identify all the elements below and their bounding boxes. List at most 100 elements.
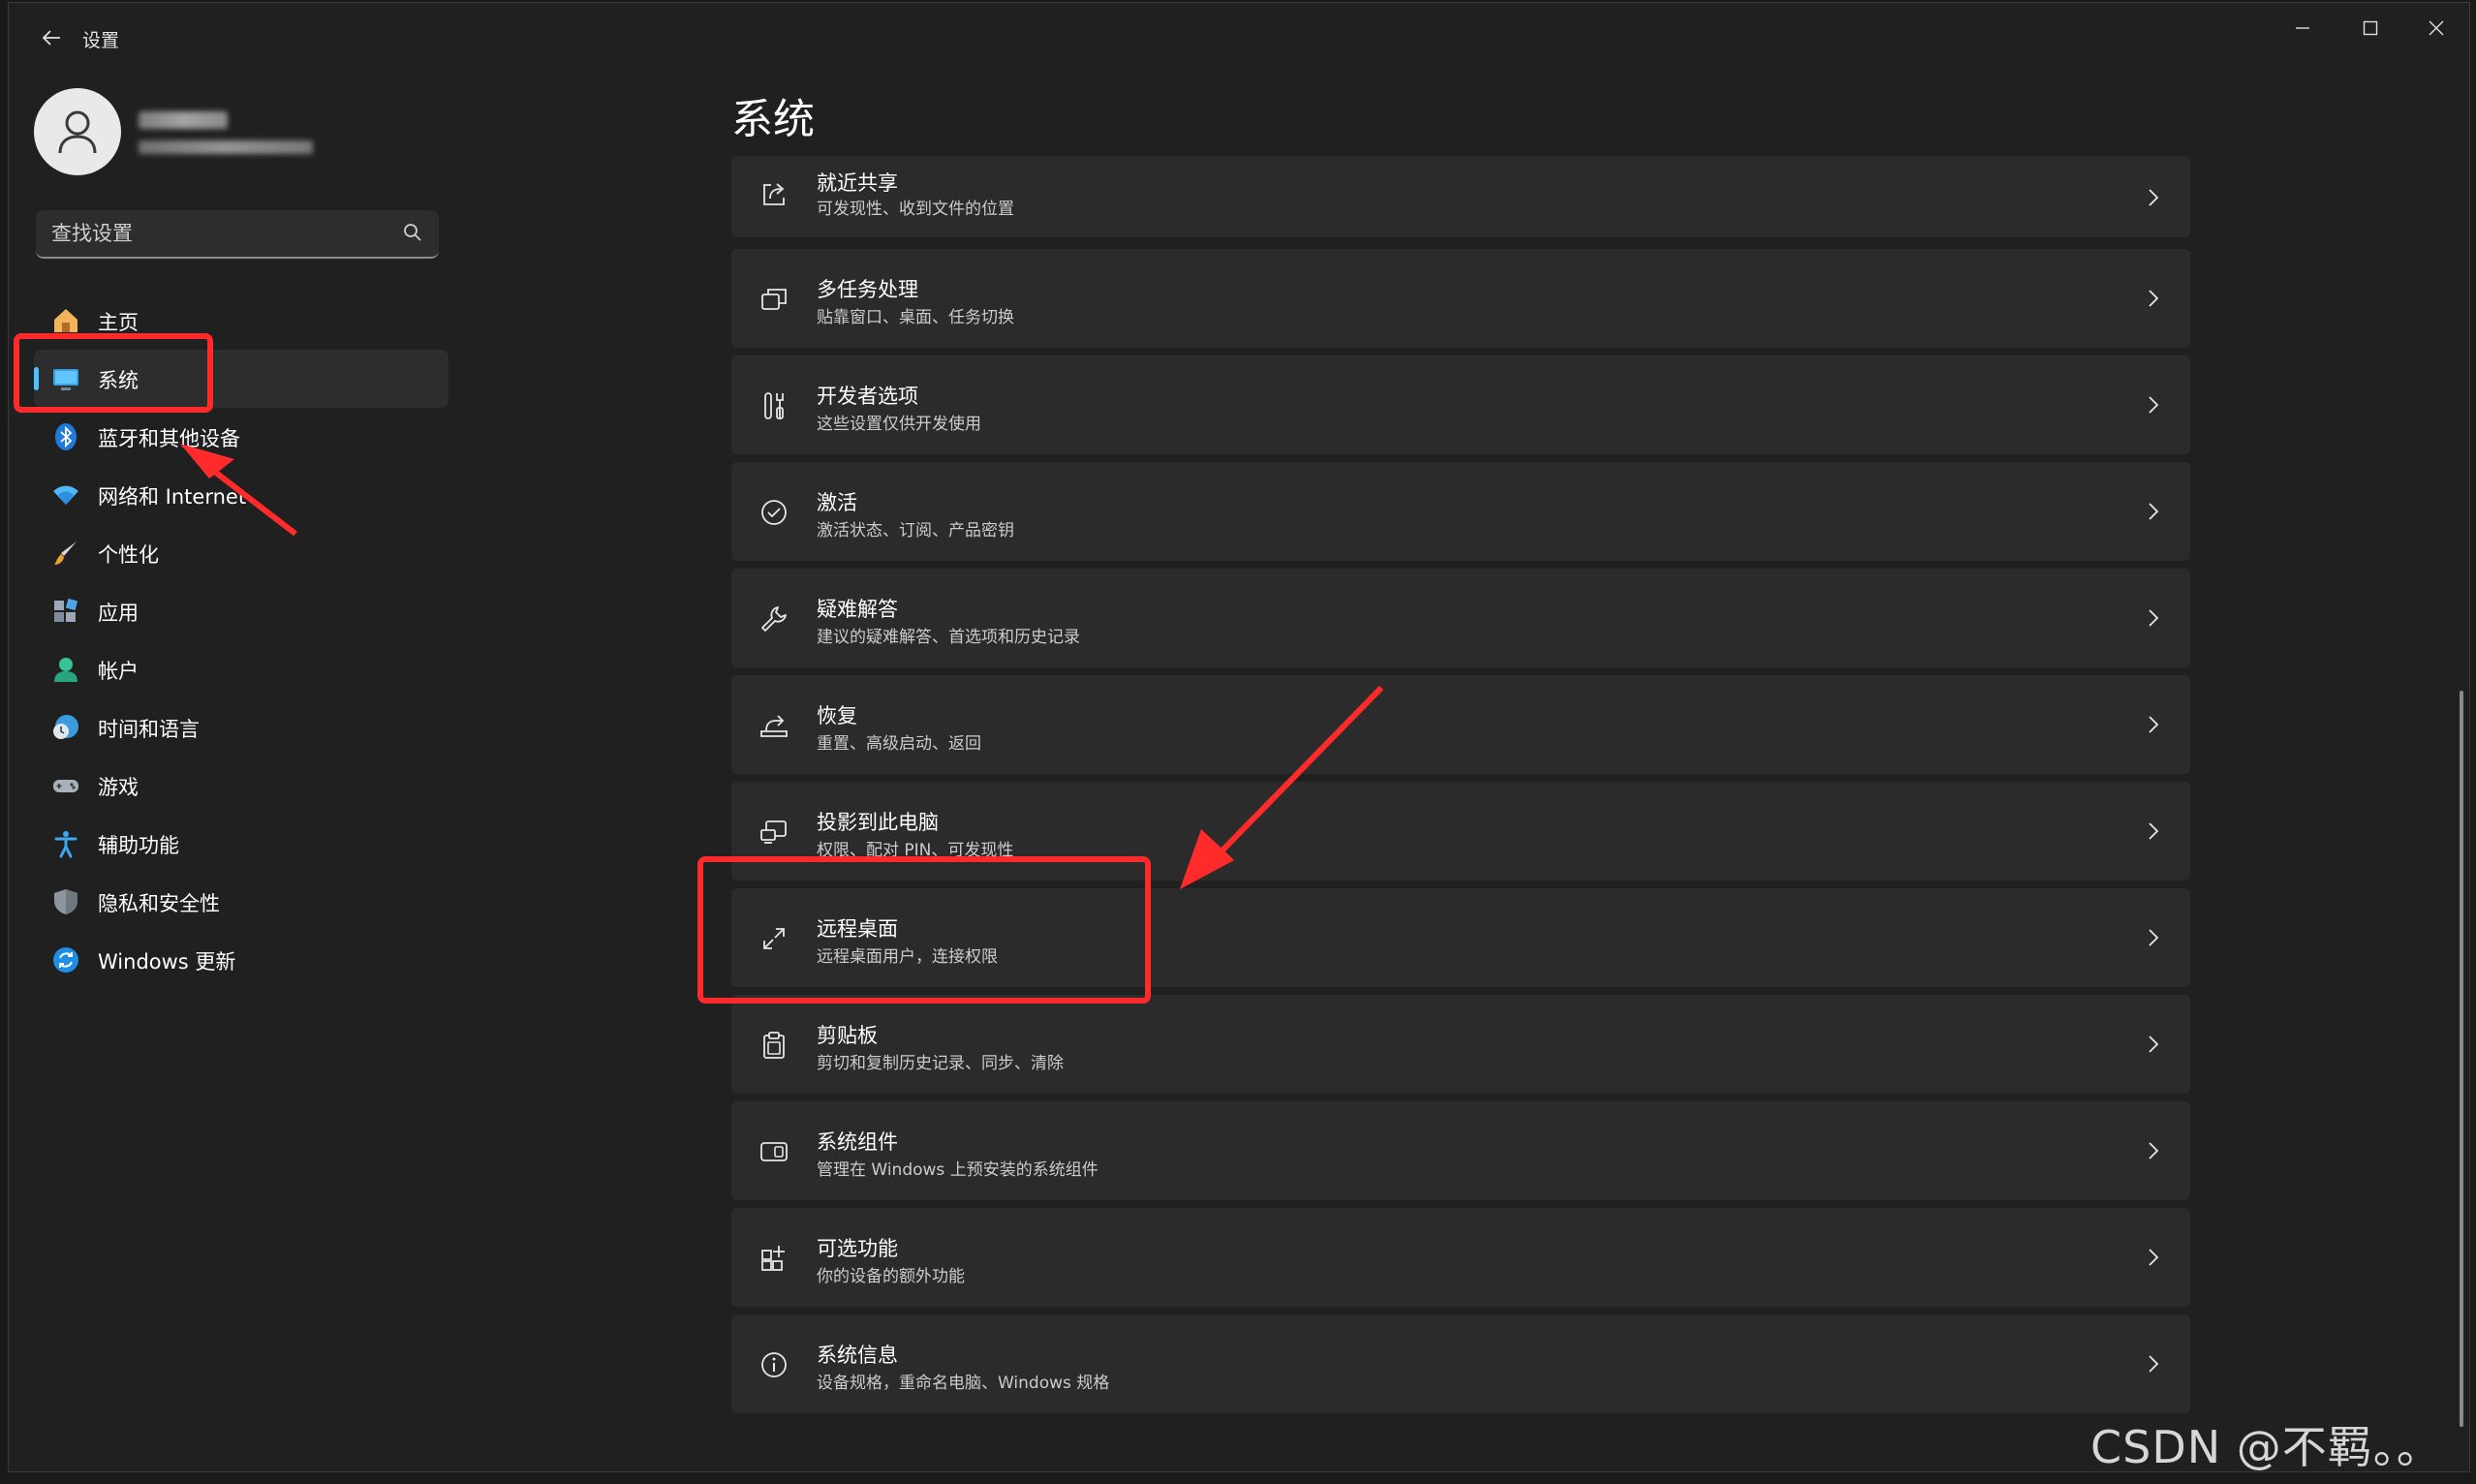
- optional-features-icon: [757, 1241, 791, 1276]
- bluetooth-icon: [51, 422, 80, 451]
- maximize-icon: [2363, 20, 2378, 36]
- maximize-button[interactable]: [2338, 9, 2402, 47]
- chevron-right-icon: [2142, 286, 2165, 311]
- card-subtitle: 你的设备的额外功能: [817, 1267, 965, 1286]
- brush-icon: [51, 539, 80, 568]
- avatar[interactable]: [34, 88, 121, 175]
- settings-window: 设置 主页 系统: [8, 2, 2470, 1472]
- page-title: 系统: [731, 96, 815, 144]
- sidebar-item-label: 游戏: [98, 776, 139, 799]
- back-button[interactable]: [30, 20, 73, 55]
- chevron-right-icon: [2142, 499, 2165, 524]
- card-title: 就近共享: [817, 171, 898, 195]
- sidebar-item-label: 辅助功能: [98, 834, 179, 857]
- chevron-right-icon: [2142, 1032, 2165, 1057]
- sidebar-item-apps[interactable]: 应用: [34, 582, 449, 640]
- shield-icon: [51, 887, 80, 916]
- card-title: 系统组件: [817, 1130, 898, 1154]
- chevron-right-icon: [2142, 1245, 2165, 1270]
- annotation-box-remote-desktop: [697, 856, 1151, 1004]
- user-name-blurred: [139, 111, 228, 129]
- home-icon: [51, 306, 80, 335]
- multitasking-icon: [757, 282, 791, 317]
- annotation-box-system: [14, 333, 213, 413]
- sidebar-item-label: 时间和语言: [98, 718, 200, 741]
- title-bar: 设置: [9, 3, 2469, 71]
- sidebar-item-label: 隐私和安全性: [98, 892, 220, 915]
- nearby-share-icon: [757, 177, 791, 212]
- minimize-button[interactable]: [2271, 9, 2335, 47]
- time-language-icon: [51, 713, 80, 742]
- close-button[interactable]: [2404, 9, 2468, 47]
- accessibility-icon: [51, 829, 80, 858]
- close-icon: [2429, 20, 2444, 36]
- wifi-icon: [51, 480, 80, 510]
- card-recovery[interactable]: 恢复 重置、高级启动、返回: [731, 675, 2190, 774]
- card-system-components[interactable]: 系统组件 管理在 Windows 上预安装的系统组件: [731, 1101, 2190, 1200]
- windows-update-icon: [51, 945, 80, 974]
- sidebar-item-label: 网络和 Internet: [98, 485, 247, 509]
- chevron-right-icon: [2142, 925, 2165, 950]
- sidebar-item-bluetooth[interactable]: 蓝牙和其他设备: [34, 408, 449, 466]
- app-title: 设置: [82, 30, 120, 51]
- card-title: 剪贴板: [817, 1024, 878, 1047]
- search-icon[interactable]: [402, 222, 423, 243]
- sidebar-item-accessibility[interactable]: 辅助功能: [34, 815, 449, 873]
- sidebar-item-privacy[interactable]: 隐私和安全性: [34, 873, 449, 931]
- sidebar-item-windows-update[interactable]: Windows 更新: [34, 931, 449, 989]
- card-optional-features[interactable]: 可选功能 你的设备的额外功能: [731, 1208, 2190, 1307]
- scrollbar-thumb[interactable]: [2460, 691, 2463, 1427]
- chevron-right-icon: [2142, 712, 2165, 737]
- card-developer-options[interactable]: 开发者选项 这些设置仅供开发使用: [731, 356, 2190, 454]
- card-title: 恢复: [817, 704, 857, 727]
- chevron-right-icon: [2142, 185, 2165, 210]
- card-title: 疑难解答: [817, 598, 898, 621]
- card-nearby-sharing[interactable]: 就近共享 可发现性、收到文件的位置: [731, 156, 2190, 237]
- chevron-right-icon: [2142, 1138, 2165, 1163]
- card-title: 开发者选项: [817, 385, 918, 408]
- card-subtitle: 可发现性、收到文件的位置: [817, 200, 1014, 219]
- sidebar-item-time-language[interactable]: 时间和语言: [34, 698, 449, 757]
- account-icon: [51, 655, 80, 684]
- activation-check-icon: [757, 495, 791, 530]
- watermark: CSDN @不羁。。: [2090, 1421, 2442, 1473]
- card-subtitle: 重置、高级启动、返回: [817, 734, 981, 754]
- sidebar-item-label: Windows 更新: [98, 950, 236, 974]
- sidebar-item-label: 个性化: [98, 543, 159, 567]
- search-box[interactable]: [36, 210, 439, 259]
- card-subtitle: 这些设置仅供开发使用: [817, 415, 981, 434]
- sidebar-item-label: 帐户: [98, 660, 139, 683]
- sidebar-item-accounts[interactable]: 帐户: [34, 640, 449, 698]
- apps-icon: [51, 597, 80, 626]
- user-silhouette-icon: [58, 110, 97, 154]
- card-subtitle: 设备规格，重命名电脑、Windows 规格: [817, 1374, 1110, 1393]
- search-input[interactable]: [49, 210, 383, 257]
- card-clipboard[interactable]: 剪贴板 剪切和复制历史记录、同步、清除: [731, 995, 2190, 1094]
- minimize-icon: [2296, 27, 2309, 29]
- card-system-info[interactable]: 系统信息 设备规格，重命名电脑、Windows 规格: [731, 1314, 2190, 1413]
- card-title: 激活: [817, 491, 857, 514]
- clipboard-icon: [757, 1028, 791, 1063]
- sidebar-item-label: 蓝牙和其他设备: [98, 427, 240, 450]
- chevron-right-icon: [2142, 392, 2165, 417]
- info-icon: [757, 1347, 791, 1382]
- recovery-icon: [757, 708, 791, 743]
- wrench-icon: [757, 602, 791, 636]
- card-title: 可选功能: [817, 1237, 898, 1260]
- sidebar-item-gaming[interactable]: 游戏: [34, 757, 449, 815]
- card-title: 系统信息: [817, 1344, 898, 1367]
- card-title: 投影到此电脑: [817, 811, 939, 834]
- sidebar-item-personalization[interactable]: 个性化: [34, 524, 449, 582]
- sidebar-item-label: 主页: [98, 311, 139, 334]
- developer-tools-icon: [757, 388, 791, 423]
- gamepad-icon: [51, 771, 80, 800]
- card-subtitle: 贴靠窗口、桌面、任务切换: [817, 308, 1014, 327]
- card-multitasking[interactable]: 多任务处理 贴靠窗口、桌面、任务切换: [731, 249, 2190, 348]
- card-title: 多任务处理: [817, 278, 918, 301]
- chevron-right-icon: [2142, 605, 2165, 631]
- sidebar-item-network[interactable]: 网络和 Internet: [34, 466, 449, 524]
- card-activation[interactable]: 激活 激活状态、订阅、产品密钥: [731, 462, 2190, 561]
- card-troubleshoot[interactable]: 疑难解答 建议的疑难解答、首选项和历史记录: [731, 569, 2190, 667]
- card-subtitle: 激活状态、订阅、产品密钥: [817, 521, 1014, 541]
- system-components-icon: [757, 1134, 791, 1169]
